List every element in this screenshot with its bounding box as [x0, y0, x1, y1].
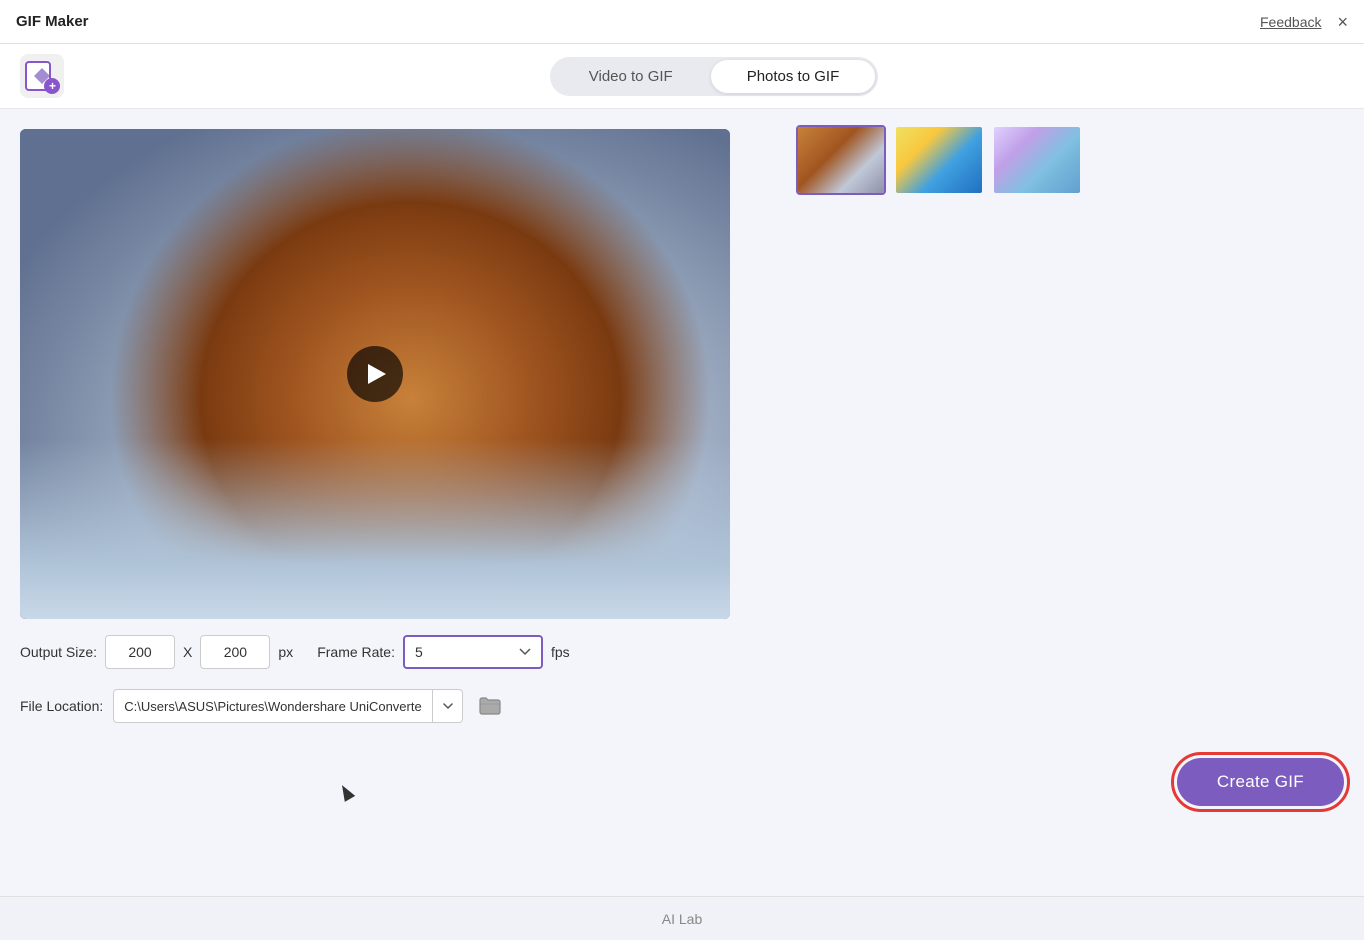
- px-label: px: [278, 644, 293, 660]
- width-input[interactable]: [105, 635, 175, 669]
- file-location-input-wrapper: [113, 689, 463, 723]
- file-location-input[interactable]: [113, 689, 433, 723]
- ai-lab-label: AI Lab: [662, 911, 702, 927]
- height-input[interactable]: [200, 635, 270, 669]
- close-button[interactable]: ×: [1337, 13, 1348, 31]
- right-panel: Create GIF: [780, 109, 1364, 896]
- folder-icon: [479, 697, 501, 715]
- file-location-label: File Location:: [20, 698, 103, 714]
- title-bar-actions: Feedback ×: [1260, 13, 1348, 31]
- file-location-row: File Location:: [20, 689, 760, 723]
- top-bar: + Video to GIF Photos to GIF: [0, 44, 1364, 109]
- create-gif-area: Create GIF: [1177, 758, 1344, 806]
- x-separator: X: [183, 644, 192, 660]
- content-area: Output Size: X px Frame Rate: 5 10 15 20…: [0, 109, 1364, 896]
- tab-photos-to-gif[interactable]: Photos to GIF: [711, 60, 876, 93]
- title-bar: GIF Maker Feedback ×: [0, 0, 1364, 44]
- feedback-link[interactable]: Feedback: [1260, 14, 1321, 30]
- output-size-group: Output Size: X px: [20, 635, 293, 669]
- tabs-container: Video to GIF Photos to GIF: [550, 57, 878, 96]
- folder-browse-button[interactable]: [473, 689, 507, 723]
- frame-rate-group: Frame Rate: 5 10 15 20 25 30 fps: [317, 635, 570, 669]
- play-button[interactable]: [347, 346, 403, 402]
- thumbnail-spongebob-image: [896, 127, 982, 193]
- video-preview: [20, 129, 730, 619]
- fps-label: fps: [551, 644, 570, 660]
- app-container: + Video to GIF Photos to GIF Outpu: [0, 44, 1364, 940]
- thumbnail-cake[interactable]: [992, 125, 1082, 195]
- frame-rate-label: Frame Rate:: [317, 644, 395, 660]
- output-size-label: Output Size:: [20, 644, 97, 660]
- bottom-bar: AI Lab: [0, 896, 1364, 940]
- thumbnail-cake-image: [994, 127, 1080, 193]
- controls-row: Output Size: X px Frame Rate: 5 10 15 20…: [20, 635, 760, 669]
- thumbnails-row: [796, 125, 1348, 195]
- snow-overlay: [20, 439, 730, 619]
- thumbnail-cat[interactable]: [796, 125, 886, 195]
- thumbnail-spongebob[interactable]: [894, 125, 984, 195]
- thumbnail-cat-image: [798, 127, 884, 193]
- create-gif-button[interactable]: Create GIF: [1177, 758, 1344, 806]
- fps-select[interactable]: 5 10 15 20 25 30: [403, 635, 543, 669]
- chevron-down-icon: [443, 703, 453, 710]
- file-location-dropdown[interactable]: [433, 689, 463, 723]
- left-panel: Output Size: X px Frame Rate: 5 10 15 20…: [0, 109, 780, 896]
- app-logo: +: [20, 54, 64, 98]
- svg-text:+: +: [49, 79, 56, 93]
- tab-video-to-gif[interactable]: Video to GIF: [553, 60, 709, 93]
- app-title: GIF Maker: [16, 13, 89, 30]
